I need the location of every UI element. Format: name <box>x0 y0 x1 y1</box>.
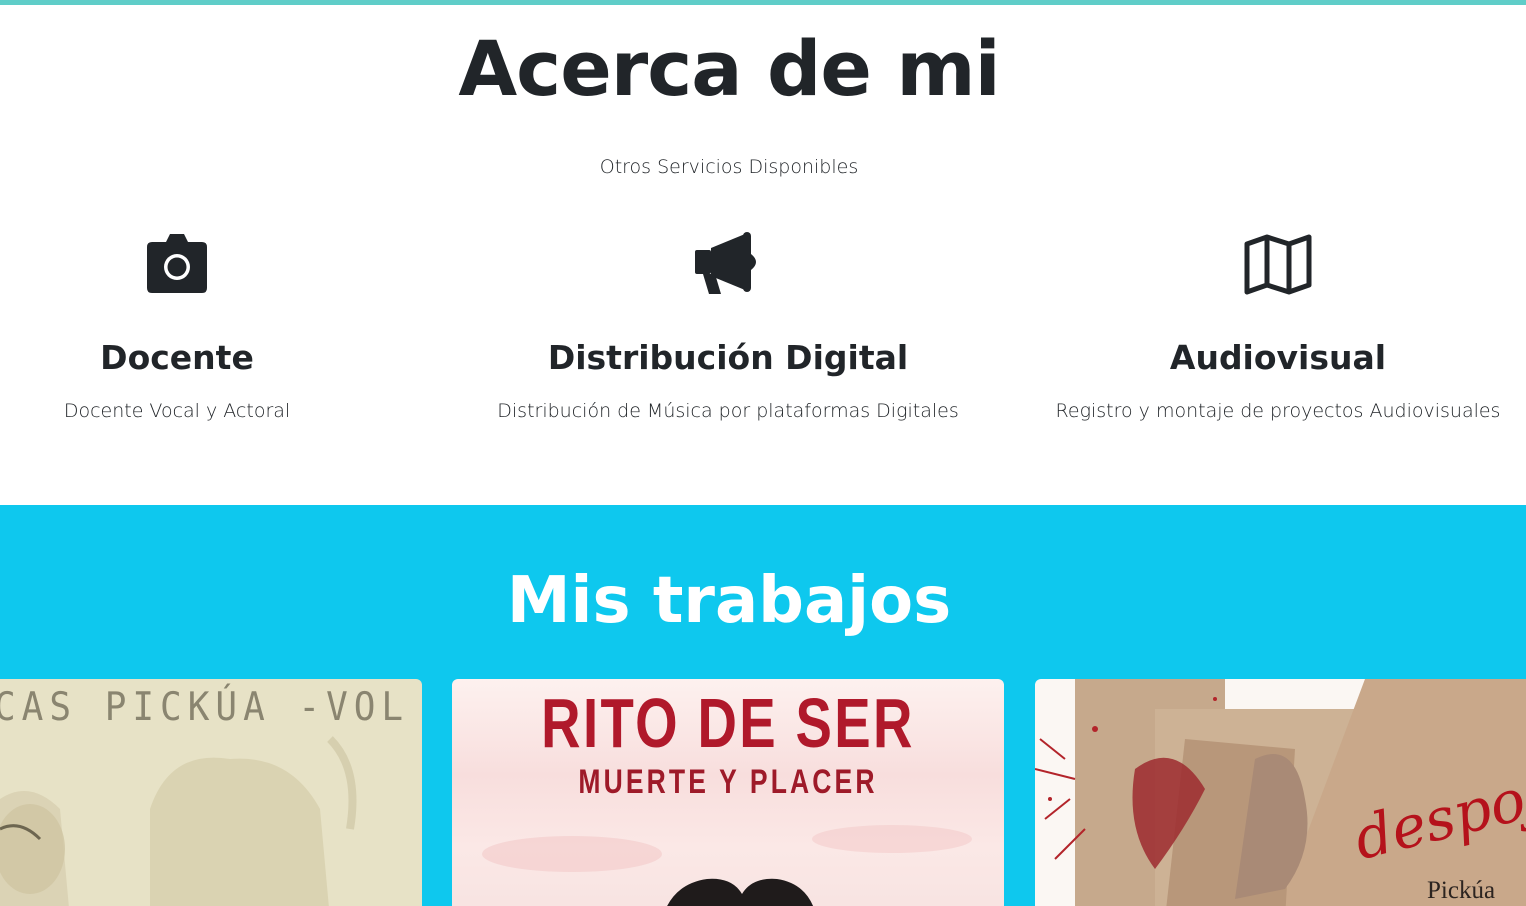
service-title: Distribución Digital <box>547 338 909 377</box>
service-audiovisual: Audiovisual Registro y montaje de proyec… <box>1028 230 1526 422</box>
work-card-rito-de-ser[interactable]: RITO DE SER MUERTE Y PLACER <box>452 679 1004 906</box>
work-card-despojo[interactable]: despoj Pickúa <box>1035 679 1526 906</box>
works-section: Mis trabajos CAS PICKÚA -VOL II RITO DE … <box>0 505 1526 906</box>
cover-artist: Pickúa <box>1427 877 1496 904</box>
about-subtitle: Otros Servicios Disponibles <box>599 156 859 178</box>
service-title: Docente <box>100 338 254 377</box>
megaphone-icon <box>695 232 756 294</box>
service-description: Registro y montaje de proyectos Audiovis… <box>1055 400 1501 422</box>
service-description: Distribución de Música por plataformas D… <box>497 400 959 422</box>
service-distribucion: Distribución Digital Distribución de Mús… <box>478 230 978 422</box>
about-title: Acerca de mi <box>458 24 1000 113</box>
service-docente: Docente Docente Vocal y Actoral <box>27 230 327 422</box>
service-description: Docente Vocal y Actoral <box>63 400 291 422</box>
about-section: Acerca de mi Otros Servicios Disponibles… <box>0 5 1526 505</box>
cover-artwork <box>482 825 972 906</box>
service-title: Audiovisual <box>1169 338 1387 377</box>
map-icon <box>1244 234 1312 295</box>
work-card-pickua-vol-ii[interactable]: CAS PICKÚA -VOL II <box>0 679 422 906</box>
works-title: Mis trabajos <box>506 564 952 638</box>
cover-artwork <box>0 736 357 906</box>
camera-icon <box>147 234 207 293</box>
